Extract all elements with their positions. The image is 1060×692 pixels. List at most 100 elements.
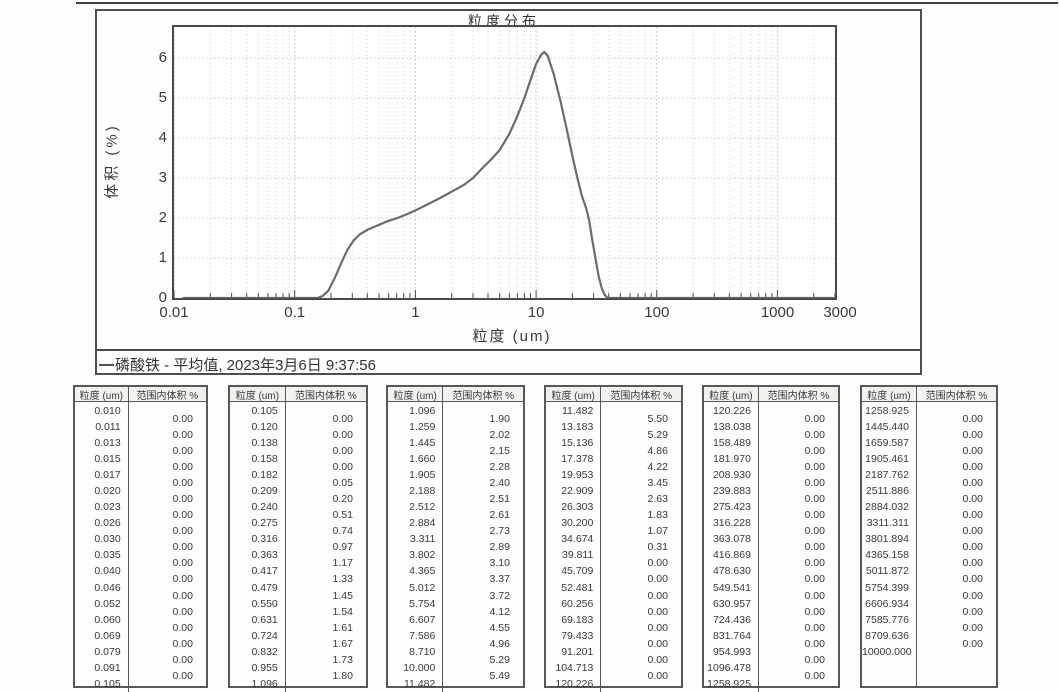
x-tick-label: 100 xyxy=(644,304,669,321)
size-cell: 0.316 xyxy=(230,531,285,547)
legend-label: 磷酸铁 - 平均值, 2023年3月6日 9:37:56 xyxy=(115,354,376,375)
size-cell: 2.188 xyxy=(388,483,442,499)
x-tick-label: 3000 xyxy=(823,304,856,321)
volume-cell: 1.17 xyxy=(286,555,366,571)
volume-cell: 2.73 xyxy=(443,523,523,539)
volume-cell: 2.61 xyxy=(443,507,523,523)
size-cell: 34.674 xyxy=(546,531,600,547)
volume-cell: 0.00 xyxy=(601,620,681,636)
size-cell: 7.586 xyxy=(388,628,442,644)
volume-cell: 1.80 xyxy=(286,668,366,684)
size-cell: 0.105 xyxy=(230,403,285,419)
volume-column: 0.000.000.000.000.000.000.000.000.000.00… xyxy=(917,402,996,686)
size-cell: 22.909 xyxy=(546,483,600,499)
volume-column-header: 范围内体积 % xyxy=(286,387,366,401)
volume-cell: 0.00 xyxy=(601,588,681,604)
size-cell: 0.040 xyxy=(75,563,128,579)
size-cell: 0.209 xyxy=(230,483,285,499)
size-cell: 831.764 xyxy=(704,628,758,644)
volume-cell: 0.00 xyxy=(759,459,838,475)
size-cell: 0.479 xyxy=(230,580,285,596)
size-cell: 2187.762 xyxy=(862,467,916,483)
volume-cell: 0.00 xyxy=(129,555,206,571)
volume-cell: 0.00 xyxy=(129,491,206,507)
size-cell: 138.038 xyxy=(704,419,758,435)
size-cell: 478.630 xyxy=(704,563,758,579)
y-tick-label: 1 xyxy=(141,249,167,267)
y-tick-label: 2 xyxy=(141,209,167,227)
size-distribution-table: 粒度 (um)范围内体积 %0.1050.1200.1380.1580.1820… xyxy=(228,385,368,688)
volume-cell: 0.00 xyxy=(129,636,206,652)
volume-cell: 5.29 xyxy=(601,427,681,443)
volume-cell: 0.00 xyxy=(917,523,996,539)
volume-cell: 0.00 xyxy=(129,620,206,636)
size-cell: 0.030 xyxy=(75,531,128,547)
size-distribution-table: 粒度 (um)范围内体积 %1258.9251445.4401659.58719… xyxy=(860,385,998,688)
size-cell: 91.201 xyxy=(546,644,600,660)
volume-cell: 0.00 xyxy=(917,491,996,507)
distribution-plot-svg xyxy=(174,27,835,298)
size-cell: 8709.636 xyxy=(862,628,916,644)
size-cell: 15.136 xyxy=(546,435,600,451)
volume-cell: 0.00 xyxy=(129,652,206,668)
size-cell: 316.228 xyxy=(704,515,758,531)
size-cell: 8.710 xyxy=(388,644,442,660)
volume-cell: 1.90 xyxy=(443,411,523,427)
x-tick-label: 0.1 xyxy=(284,304,305,321)
size-distribution-table: 粒度 (um)范围内体积 %11.48213.18315.13617.37819… xyxy=(544,385,683,688)
size-cell: 1.096 xyxy=(230,676,285,692)
size-cell: 1.905 xyxy=(388,467,442,483)
table-header-row: 粒度 (um)范围内体积 % xyxy=(75,387,206,402)
volume-column-header: 范围内体积 % xyxy=(759,387,838,401)
size-cell: 0.158 xyxy=(230,451,285,467)
size-cell: 0.046 xyxy=(75,580,128,596)
volume-cell: 0.00 xyxy=(917,588,996,604)
size-cell: 0.026 xyxy=(75,515,128,531)
volume-cell: 0.00 xyxy=(759,427,838,443)
major-gridlines xyxy=(174,27,777,298)
volume-cell: 0.00 xyxy=(917,475,996,491)
volume-cell: 0.00 xyxy=(129,523,206,539)
volume-cell: 5.29 xyxy=(443,652,523,668)
size-cell: 2884.032 xyxy=(862,499,916,515)
size-cell: 0.550 xyxy=(230,596,285,612)
size-column-header: 粒度 (um) xyxy=(862,387,917,401)
volume-cell: 0.00 xyxy=(759,652,838,668)
size-cell: 104.713 xyxy=(546,660,600,676)
volume-cell: 0.00 xyxy=(286,427,366,443)
size-cell: 158.489 xyxy=(704,435,758,451)
volume-cell: 1.07 xyxy=(601,523,681,539)
volume-cell: 0.20 xyxy=(286,491,366,507)
volume-cell: 0.00 xyxy=(601,555,681,571)
volume-cell: 0.00 xyxy=(917,507,996,523)
size-cell: 1.259 xyxy=(388,419,442,435)
table-header-row: 粒度 (um)范围内体积 % xyxy=(388,387,523,402)
table-header-row: 粒度 (um)范围内体积 % xyxy=(704,387,838,402)
x-tick-label: 0.01 xyxy=(159,304,188,321)
size-cell: 3.802 xyxy=(388,547,442,563)
size-cell: 0.060 xyxy=(75,612,128,628)
size-cell: 4.365 xyxy=(388,563,442,579)
volume-column: 1.902.022.152.282.402.512.612.732.893.10… xyxy=(443,402,523,692)
volume-cell: 3.10 xyxy=(443,555,523,571)
legend-divider xyxy=(97,349,920,351)
size-cell: 630.957 xyxy=(704,596,758,612)
size-distribution-table: 粒度 (um)范围内体积 %0.0100.0110.0130.0150.0170… xyxy=(73,385,208,688)
scan-page-edge xyxy=(76,2,1058,4)
size-column: 0.0100.0110.0130.0150.0170.0200.0230.026… xyxy=(75,402,129,692)
size-cell: 19.953 xyxy=(546,467,600,483)
size-cell: 120.226 xyxy=(704,403,758,419)
plot-area xyxy=(172,25,837,300)
volume-cell: 5.49 xyxy=(443,668,523,684)
size-cell: 0.023 xyxy=(75,499,128,515)
table-body: 0.0100.0110.0130.0150.0170.0200.0230.026… xyxy=(75,402,206,692)
size-cell: 416.869 xyxy=(704,547,758,563)
volume-cell: 1.33 xyxy=(286,571,366,587)
y-tick-label: 4 xyxy=(141,129,167,147)
chart-report-frame: 粒度分布 体积 (%) 6 5 4 3 2 1 0 0.01 0.1 1 10 … xyxy=(95,9,922,375)
size-cell: 39.811 xyxy=(546,547,600,563)
size-column: 1.0961.2591.4451.6601.9052.1882.5122.884… xyxy=(388,402,443,692)
size-cell: 0.955 xyxy=(230,660,285,676)
size-cell: 0.079 xyxy=(75,644,128,660)
volume-cell: 0.00 xyxy=(917,539,996,555)
